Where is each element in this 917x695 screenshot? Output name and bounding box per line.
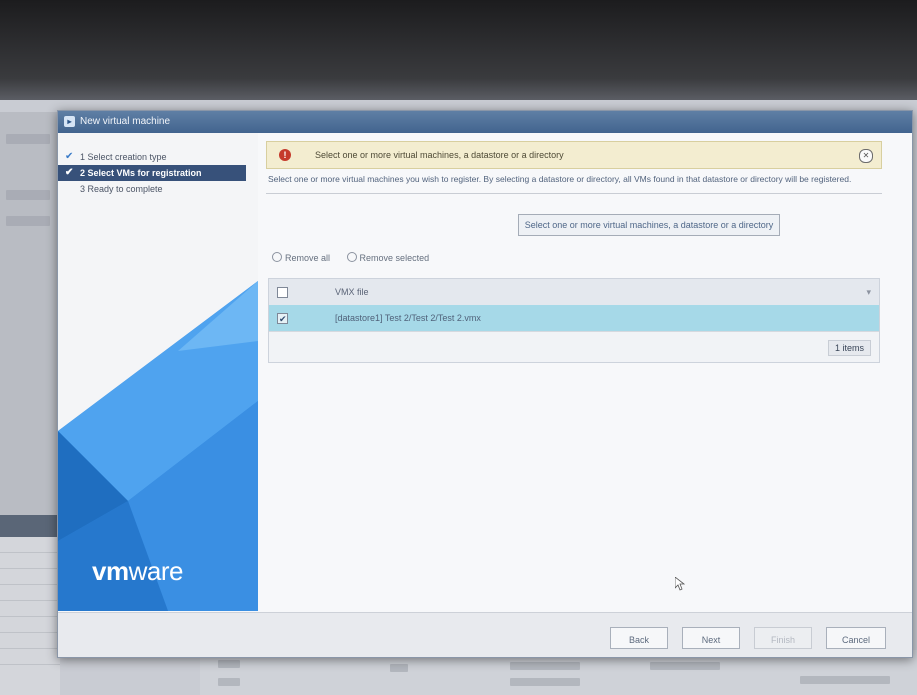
column-header-vmx-file[interactable]: VMX file	[335, 279, 369, 305]
vmware-brand-panel: vmware	[58, 281, 258, 611]
item-count: 1 items	[827, 340, 871, 356]
table-row[interactable]: ✔ [datastore1] Test 2/Test 2/Test 2.vmx	[269, 305, 879, 331]
background-item	[6, 216, 50, 226]
finish-button[interactable]: Finish	[754, 627, 812, 649]
background-row	[0, 585, 60, 601]
dialog-title: New virtual machine	[80, 116, 171, 127]
remove-all-action[interactable]: Remove all	[272, 252, 333, 263]
next-button[interactable]: Next	[682, 627, 740, 649]
error-banner: ! Select one or more virtual machines, a…	[266, 141, 882, 169]
step-select-vms[interactable]: ✔ 2 Select VMs for registration	[58, 165, 246, 181]
wizard-steps: ✔ 1 Select creation type ✔ 2 Select VMs …	[58, 133, 258, 197]
mouse-cursor-icon	[675, 577, 685, 591]
remove-all-icon	[272, 252, 282, 262]
background-recent-tasks	[0, 515, 60, 695]
background-item	[6, 134, 50, 144]
remove-actions: Remove all Remove selected	[266, 252, 882, 266]
remove-selected-action[interactable]: Remove selected	[346, 252, 429, 263]
vmx-table: VMX file ▾ ✔ [datastore1] Test 2/Test 2/…	[268, 278, 880, 363]
cancel-button[interactable]: Cancel	[826, 627, 886, 649]
background-cell	[510, 678, 580, 686]
table-header: VMX file ▾	[269, 279, 879, 305]
background-cell	[390, 664, 408, 672]
vmx-file-path: [datastore1] Test 2/Test 2/Test 2.vmx	[335, 313, 481, 323]
sort-icon[interactable]: ▾	[866, 279, 871, 305]
step-ready-to-complete[interactable]: 3 Ready to complete	[58, 181, 258, 197]
wizard-content: ! Select one or more virtual machines, a…	[266, 141, 882, 611]
error-icon: !	[279, 149, 291, 161]
select-vms-button[interactable]: Select one or more virtual machines, a d…	[517, 214, 781, 236]
background-cell	[218, 660, 240, 668]
close-icon[interactable]: ✕	[859, 149, 873, 163]
background-row	[0, 601, 60, 617]
checkmark-icon: ✔	[65, 167, 74, 178]
wizard-sidebar: ✔ 1 Select creation type ✔ 2 Select VMs …	[58, 133, 258, 611]
background-cell	[510, 662, 580, 670]
background-row	[0, 633, 60, 649]
back-button[interactable]: Back	[610, 627, 668, 649]
background-row	[0, 569, 60, 585]
step-label: 2 Select VMs for registration	[80, 168, 202, 178]
background-row	[0, 553, 60, 569]
dialog-titlebar[interactable]: ▸ New virtual machine	[58, 111, 912, 133]
background-recent-header	[0, 515, 60, 537]
vm-app-icon: ▸	[64, 116, 75, 127]
new-vm-dialog: ▸ New virtual machine ✔ 1 Select creatio…	[57, 110, 913, 658]
step-select-creation-type[interactable]: ✔ 1 Select creation type	[58, 149, 258, 165]
select-all-checkbox[interactable]	[277, 287, 288, 298]
vmware-logo: vmware	[92, 556, 183, 586]
table-footer: 1 items	[269, 331, 879, 362]
photo-background-top	[0, 0, 917, 112]
step-label: 1 Select creation type	[80, 152, 167, 162]
background-cell	[650, 662, 720, 670]
background-cell	[800, 676, 890, 684]
background-row	[0, 617, 60, 633]
checkmark-icon: ✔	[65, 151, 74, 162]
error-message: Select one or more virtual machines, a d…	[315, 150, 564, 160]
wizard-footer: Back Next Finish Cancel	[58, 612, 912, 657]
background-row	[0, 537, 60, 553]
instructions-text: Select one or more virtual machines you …	[266, 174, 882, 194]
background-cell	[218, 678, 240, 686]
checkmark-icon: ✔	[279, 314, 287, 324]
background-row	[0, 649, 60, 665]
background-item	[6, 190, 50, 200]
row-checkbox[interactable]: ✔	[277, 313, 288, 324]
remove-selected-icon	[346, 252, 357, 262]
select-button-row: Select one or more virtual machines, a d…	[266, 214, 882, 236]
step-label: 3 Ready to complete	[80, 184, 163, 194]
